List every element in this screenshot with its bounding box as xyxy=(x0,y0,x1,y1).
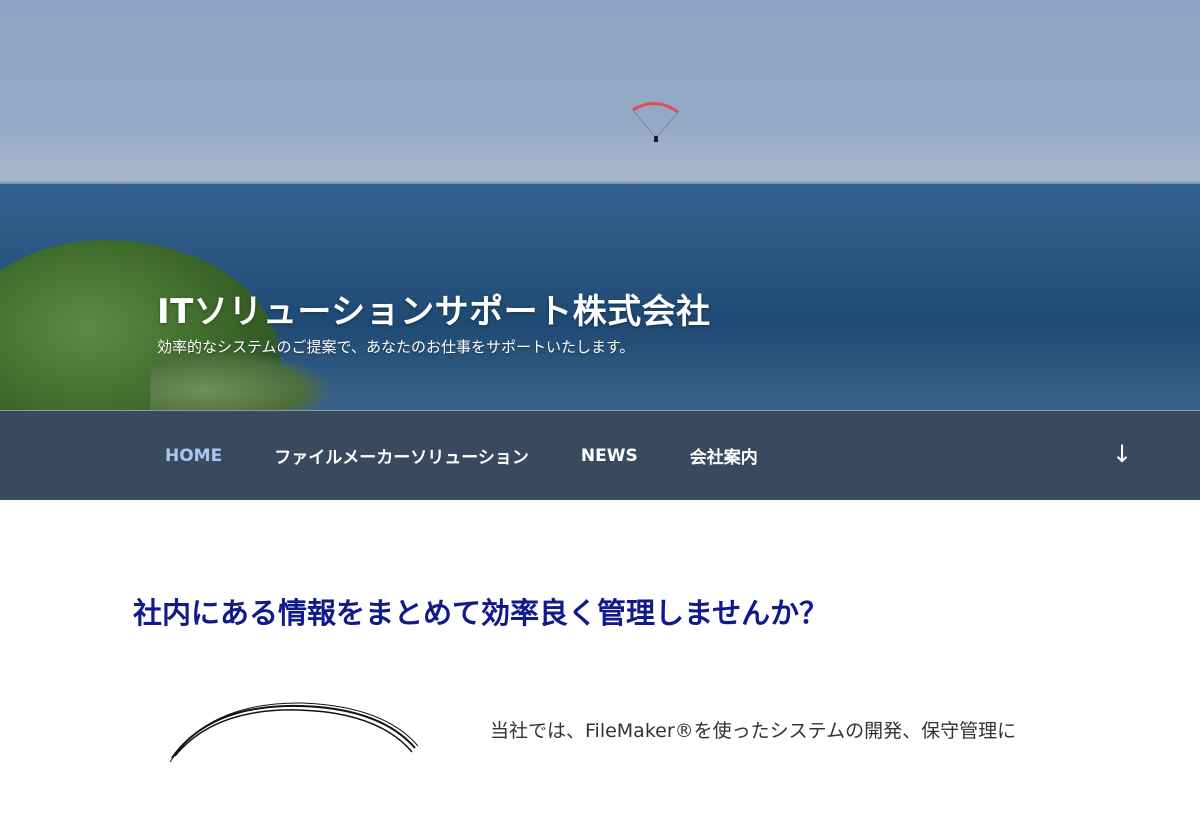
section-heading: 社内にある情報をまとめて効率良く管理しませんか？ xyxy=(133,596,829,630)
nav-menu: HOME ファイルメーカーソリューション NEWS 会社案内 xyxy=(139,411,784,500)
main-content: 社内にある情報をまとめて効率良く管理しませんか？ 当社では、FileMaker®… xyxy=(0,500,1200,763)
horizon-haze xyxy=(0,168,1200,184)
green-hill-slope xyxy=(150,350,330,410)
nav-item-news[interactable]: NEWS xyxy=(555,446,664,466)
main-navigation: HOME ファイルメーカーソリューション NEWS 会社案内 ↓ xyxy=(0,410,1200,500)
nav-item-filemaker-solution[interactable]: ファイルメーカーソリューション xyxy=(248,443,555,468)
nav-item-home[interactable]: HOME xyxy=(139,446,248,466)
hero-header: ITソリューションサポート株式会社 効率的なシステムのご提案で、あなたのお仕事を… xyxy=(0,0,1200,410)
intro-paragraph: 当社では、FileMaker®を使ったシステムの開発、保守管理に xyxy=(490,720,1017,742)
site-tagline: 効率的なシステムのご提案で、あなたのお仕事をサポートいたします。 xyxy=(157,338,635,356)
site-branding: ITソリューションサポート株式会社 効率的なシステムのご提案で、あなたのお仕事を… xyxy=(157,290,711,358)
site-title[interactable]: ITソリューションサポート株式会社 xyxy=(157,290,711,334)
hand-drawn-circle-illustration xyxy=(169,702,419,763)
paraglider-image xyxy=(632,102,679,142)
arrow-down-icon[interactable]: ↓ xyxy=(1110,439,1134,469)
nav-item-company-info[interactable]: 会社案内 xyxy=(664,443,784,468)
